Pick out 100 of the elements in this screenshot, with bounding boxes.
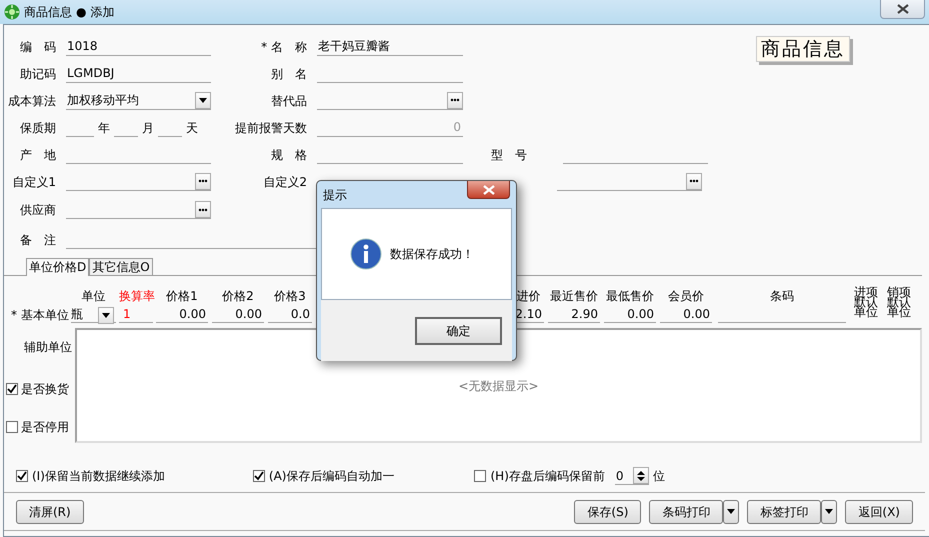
input-field[interactable]: 2.90: [548, 306, 600, 322]
unit-label: 天: [186, 120, 198, 136]
dialog-title: 提示: [323, 186, 347, 204]
input-field[interactable]: 老干妈豆瓣酱: [317, 38, 463, 56]
column-header: 单位: [80, 288, 106, 304]
info-icon: [350, 238, 382, 270]
close-button[interactable]: [467, 181, 510, 199]
field-label: 产 地: [19, 146, 57, 164]
tab[interactable]: 单位价格D: [26, 258, 90, 276]
input-field[interactable]: LGMDBJ: [66, 64, 211, 82]
input-field[interactable]: [317, 92, 463, 110]
ellipsis-icon: [198, 208, 208, 212]
field-label: 替代品: [270, 92, 308, 110]
app-icon: [4, 4, 20, 20]
tab[interactable]: 其它信息O: [89, 258, 153, 275]
input-field[interactable]: 0.00: [156, 306, 208, 322]
option-label: (H)存盘后编码保留前: [490, 468, 605, 485]
column-header: 价格3: [273, 288, 307, 304]
check-icon: [7, 384, 17, 394]
field-label: 保质期: [19, 120, 57, 136]
dropdown-button[interactable]: [98, 306, 114, 324]
field-label: 规 格: [270, 146, 308, 164]
option-label: (A)保存后编码自动加一: [268, 468, 394, 485]
browse-button[interactable]: [686, 172, 702, 190]
dropdown-button[interactable]: [821, 500, 838, 524]
dropdown-field[interactable]: 瓶: [71, 306, 116, 322]
checkbox[interactable]: [252, 470, 265, 482]
logo-title: 商品信息: [756, 36, 850, 62]
input-field[interactable]: 1018: [66, 38, 211, 56]
field-label: 供应商: [19, 202, 57, 219]
close-icon: [896, 4, 908, 14]
input-field[interactable]: [66, 172, 211, 190]
browse-button[interactable]: [195, 201, 211, 218]
field-label: 编 码: [19, 38, 57, 56]
browse-button[interactable]: [447, 92, 463, 108]
column-header: 进项默认单位: [854, 287, 879, 321]
window-title: 商品信息: [24, 4, 72, 21]
action-button[interactable]: 返回(X): [845, 500, 913, 524]
print-button[interactable]: 条码打印: [649, 500, 724, 524]
ok-button[interactable]: 确定: [415, 316, 502, 344]
input-field[interactable]: [66, 201, 211, 219]
field-label: 助记码: [19, 66, 57, 82]
option-label: (I)保留当前数据继续添加: [32, 468, 165, 485]
required-marker: *: [11, 306, 17, 324]
required-marker: *: [261, 40, 268, 54]
checkbox-label: 是否停用: [21, 419, 69, 436]
close-button[interactable]: [880, 0, 925, 19]
caret-icon: [199, 98, 207, 102]
print-button[interactable]: 标签打印: [747, 500, 822, 524]
empty-message: <无数据显示>: [458, 378, 539, 394]
check-icon: [17, 471, 27, 481]
input-field[interactable]: 0.00: [212, 306, 264, 322]
row-label: 基本单位: [21, 306, 69, 324]
checkbox-label: 是否换货: [21, 381, 69, 398]
spin-arrows-icon: [636, 470, 645, 480]
checkbox[interactable]: [16, 470, 28, 482]
input-field[interactable]: 0.00: [604, 306, 656, 322]
unit-label: 月: [142, 120, 154, 136]
checkbox[interactable]: [474, 470, 486, 482]
caret-icon: [102, 312, 110, 318]
selected-value: 加权移动平均: [67, 92, 139, 109]
spin-field[interactable]: 0: [614, 467, 649, 485]
caret-icon: [727, 509, 736, 514]
column-header: 进价: [516, 288, 542, 304]
dropdown-field[interactable]: 加权移动平均: [66, 92, 211, 110]
input-field[interactable]: 1: [119, 306, 153, 322]
input-field[interactable]: [557, 172, 702, 190]
dropdown-button[interactable]: [195, 92, 211, 108]
row-label: 辅助单位: [23, 339, 73, 356]
unit-label: 年: [98, 120, 110, 136]
dropdown-button[interactable]: [723, 500, 740, 524]
option-suffix: 位: [652, 468, 665, 485]
column-header: 最低售价: [605, 288, 655, 304]
spin-value: 0: [616, 468, 624, 484]
field-label: 自定义2: [262, 174, 308, 190]
column-header: 价格1: [165, 288, 199, 304]
column-header: 条码: [769, 288, 795, 304]
selected-value: 瓶: [71, 306, 83, 322]
mode-separator: ●: [76, 4, 86, 21]
column-header: 换算率: [119, 288, 153, 304]
column-header: 销项默认单位: [887, 287, 912, 321]
field-label: 备 注: [19, 232, 57, 249]
ellipsis-icon: [689, 179, 699, 183]
ellipsis-icon: [198, 179, 208, 183]
caret-icon: [825, 509, 834, 514]
action-button[interactable]: 清屏(R): [16, 500, 84, 524]
input-field[interactable]: 0.0: [268, 306, 312, 322]
check-icon: [254, 471, 264, 481]
window-mode: 添加: [90, 4, 114, 21]
checkbox[interactable]: [6, 383, 18, 395]
field-label: 名 称: [270, 40, 307, 54]
field-label: 别 名: [270, 66, 308, 82]
dialog-message: 数据保存成功！: [390, 246, 474, 263]
checkbox[interactable]: [6, 421, 18, 433]
field-label: 提前报警天数: [234, 120, 308, 136]
input-field[interactable]: 0.00: [660, 306, 712, 322]
spin-button[interactable]: [632, 467, 649, 484]
action-button[interactable]: 保存(S): [574, 500, 642, 524]
browse-button[interactable]: [195, 172, 211, 190]
column-header: 会员价: [667, 288, 705, 304]
